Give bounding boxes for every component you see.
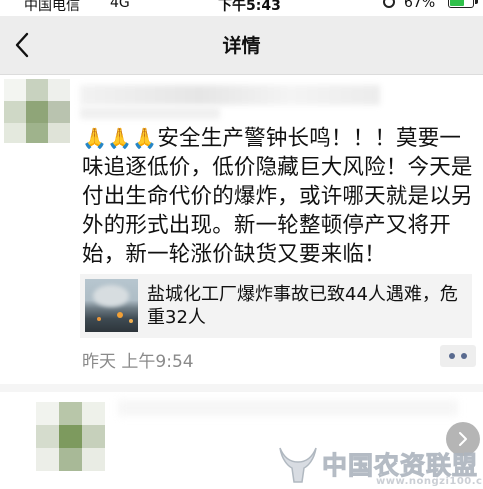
status-bar: 中国电信 4G 下午5:43 67% [0, 0, 483, 16]
battery-level [450, 0, 464, 6]
watermark-url: www.nongzi100.com [376, 476, 483, 487]
link-card[interactable]: 盐城化工厂爆炸事故已致44人遇难，危重32人 [80, 274, 472, 338]
author-name-blurred [80, 85, 380, 105]
avatar[interactable] [4, 79, 70, 143]
battery-percent: 67% [404, 0, 436, 11]
post-text-blurred [118, 400, 458, 416]
post-divider [0, 384, 483, 392]
article-thumbnail [85, 279, 138, 332]
battery-tip [475, 0, 478, 4]
clock: 下午5:43 [218, 0, 281, 14]
more-actions-button[interactable] [440, 345, 476, 367]
link-card-title: 盐城化工厂爆炸事故已致44人遇难，危重32人 [147, 284, 458, 328]
pray-emoji: 🙏🙏🙏 [82, 126, 158, 150]
carrier-label: 中国电信 [24, 0, 80, 14]
bull-logo-icon [279, 447, 317, 483]
post-text: 🙏🙏🙏安全生产警钟长鸣！！！莫要一味追逐低价，低价隐藏巨大风险！今天是付出生命代… [82, 124, 474, 269]
watermark: 中国农资联盟 www.nongzi100.com [276, 440, 483, 489]
more-dots-icon [449, 353, 455, 359]
post-timestamp: 昨天 上午9:54 [82, 352, 194, 372]
avatar[interactable] [36, 402, 106, 472]
lock-rotation-icon [383, 0, 395, 8]
nav-bar: 详情 [0, 16, 483, 75]
author-meta-blurred [80, 107, 220, 119]
network-type: 4G [110, 0, 130, 11]
page-title: 详情 [222, 35, 261, 57]
moment-post: 🙏🙏🙏安全生产警钟长鸣！！！莫要一味追逐低价，低价隐藏巨大风险！今天是付出生命代… [0, 75, 483, 385]
battery-icon [448, 0, 474, 8]
